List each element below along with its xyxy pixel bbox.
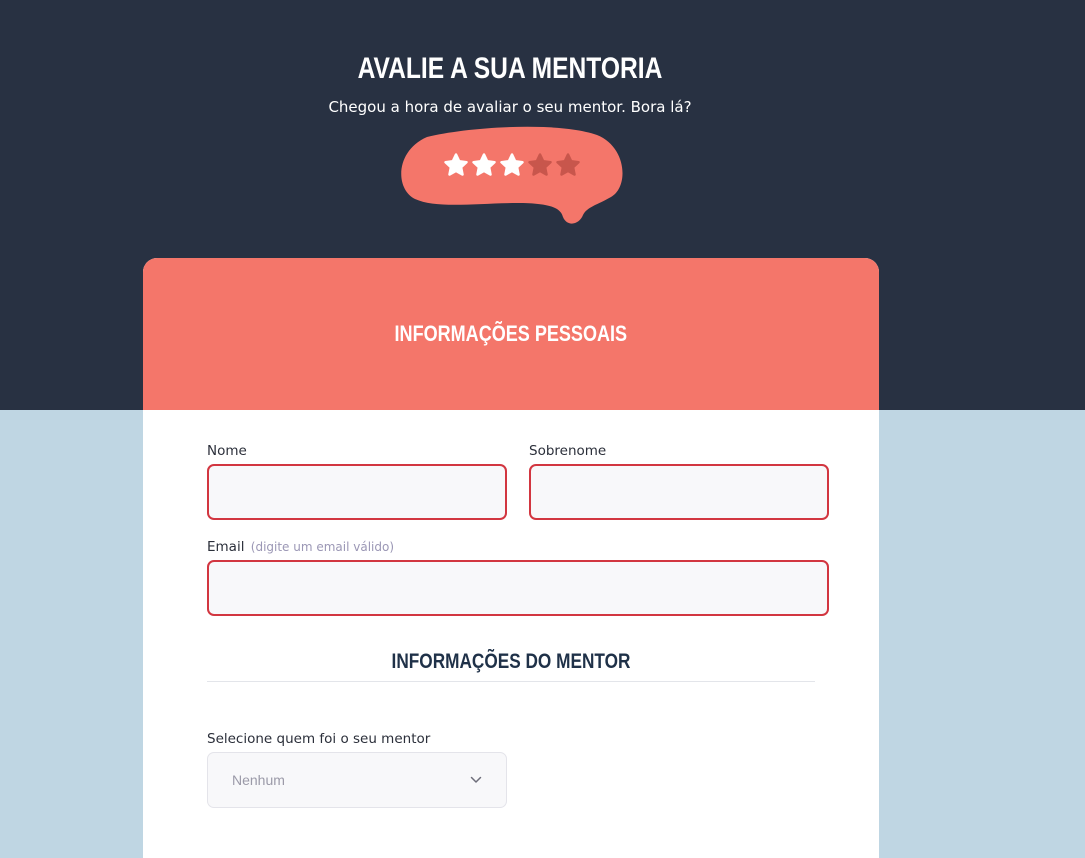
star-1-icon[interactable] xyxy=(443,152,469,178)
star-4-icon[interactable] xyxy=(527,152,553,178)
mentor-select-label: Selecione quem foi o seu mentor xyxy=(207,731,431,747)
form-card-header: INFORMAÇÕES PESSOAIS xyxy=(143,258,879,410)
email-label: Email xyxy=(207,539,245,555)
email-input[interactable] xyxy=(207,560,829,616)
email-label-row: Email (digite um email válido) xyxy=(207,539,394,555)
first-name-label: Nome xyxy=(207,443,247,459)
personal-section-title: INFORMAÇÕES PESSOAIS xyxy=(394,321,628,346)
star-rating[interactable] xyxy=(443,152,581,180)
email-hint: (digite um email válido) xyxy=(250,540,395,554)
mentor-select-value: Nenhum xyxy=(232,772,285,788)
form-card: INFORMAÇÕES PESSOAIS Nome Sobrenome Emai… xyxy=(143,258,879,858)
star-2-icon[interactable] xyxy=(471,152,497,178)
last-name-label: Sobrenome xyxy=(529,443,607,459)
page-subtitle: Chegou a hora de avaliar o seu mentor. B… xyxy=(328,98,692,116)
mentor-select[interactable]: Nenhum xyxy=(207,752,507,808)
section-divider xyxy=(207,681,815,682)
star-3-icon[interactable] xyxy=(499,152,525,178)
star-5-icon[interactable] xyxy=(555,152,581,178)
chevron-down-icon xyxy=(470,776,482,783)
page-title: AVALIE A SUA MENTORIA xyxy=(357,52,663,85)
last-name-input[interactable] xyxy=(529,464,829,520)
first-name-input[interactable] xyxy=(207,464,507,520)
mentor-section-title: INFORMAÇÕES DO MENTOR xyxy=(391,650,631,673)
